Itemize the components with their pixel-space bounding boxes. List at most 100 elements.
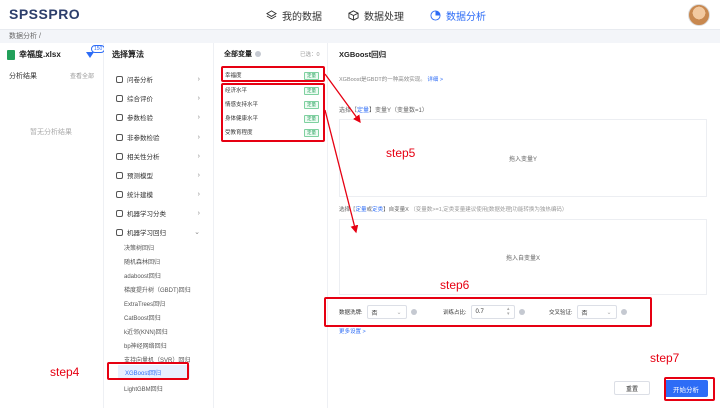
variable-label: 受教育程度 [225, 130, 253, 136]
y-hint-suffix: 】变量Y（变量数=1） [369, 108, 428, 114]
variable-label: 经济水平 [225, 88, 248, 94]
category-icon [116, 133, 123, 141]
cv-select[interactable]: 否 ⌄ [576, 305, 617, 319]
algorithm-item-xgboost[interactable]: XGBoost回归 [118, 365, 190, 378]
cube-icon [348, 10, 359, 21]
help-icon[interactable] [620, 309, 627, 315]
category-label: 机器学习分类 [127, 211, 166, 218]
category-evaluation[interactable]: 综合评价 › [116, 93, 206, 103]
selected-count: 已选：0 [300, 52, 320, 58]
variable-title-text: 全部变量 [224, 51, 252, 58]
cv-label: 交叉验证: [549, 310, 573, 316]
category-prediction[interactable]: 预测模型 › [116, 170, 206, 180]
nav-data-processing[interactable]: 数据处理 [348, 8, 404, 23]
category-nonparametric[interactable]: 非参数检验 › [116, 132, 206, 142]
algorithm-name: XGBoost回归 [339, 50, 387, 59]
algorithm-item[interactable]: 支持向量机（SVR）回归 [124, 355, 190, 364]
category-icon [116, 190, 123, 198]
stepper-arrows-icon: ▴ ▾ [507, 306, 510, 317]
category-label: 机器学习回归 [127, 230, 166, 237]
desc-text: XGBoost是GBDT的一种高效实现。 [339, 77, 426, 83]
algorithm-item[interactable]: ExtraTrees回归 [124, 299, 165, 308]
category-icon [116, 228, 123, 236]
reset-button[interactable]: 重置 [614, 381, 650, 395]
file-panel: 幸福度.xlsx 150 分析结果 查看全部 暂无分析结果 [0, 43, 106, 408]
start-analysis-button[interactable]: 开始分析 [664, 380, 708, 397]
chevron-right-icon: › [197, 152, 200, 160]
nav-data-analysis[interactable]: 数据分析 [430, 8, 486, 23]
algorithm-item[interactable]: CatBoost回归 [124, 313, 161, 322]
detail-link[interactable]: 详细 > [427, 77, 443, 83]
algorithm-item[interactable]: bp神经网络回归 [124, 341, 167, 350]
category-label: 预测模型 [127, 173, 153, 180]
algorithm-item[interactable]: 决策树回归 [124, 243, 154, 252]
category-ml-regression[interactable]: 机器学习回归 ⌄ [116, 227, 206, 237]
results-label: 分析结果 [9, 73, 37, 80]
type-tag: 定量 [304, 101, 319, 109]
category-parametric[interactable]: 参数检验 › [116, 112, 206, 122]
step7-label: step7 [650, 351, 680, 365]
variable-label: 幸福度 [225, 73, 242, 79]
chevron-right-icon: › [197, 209, 200, 217]
category-icon [116, 209, 123, 217]
breadcrumb: 数据分析 / [9, 33, 41, 40]
step6-label: step6 [440, 278, 470, 292]
avatar[interactable] [688, 4, 710, 26]
category-correlation[interactable]: 相关性分析 › [116, 151, 206, 161]
variable-panel: 全部变量 已选：0 幸福度 定量 经济水平 定量 情感支持水平 定量 身体健康水平 定量… [214, 43, 328, 408]
shuffle-select[interactable]: 否 ⌄ [366, 305, 407, 319]
ratio-label: 训练占比: [443, 310, 467, 316]
type-tag: 定量 [304, 87, 319, 95]
param-shuffle: 数据洗牌: 否 ⌄ [339, 305, 417, 319]
algorithm-item[interactable]: 梯度提升树（GBDT)回归 [124, 285, 191, 294]
variable-item[interactable]: 受教育程度 定量 [225, 128, 321, 139]
algorithm-item[interactable]: 随机森林回归 [124, 257, 160, 266]
type-tag: 定量 [304, 129, 319, 137]
filter-icon[interactable] [86, 52, 94, 60]
nav-label: 数据分析 [446, 12, 486, 23]
param-cross-validation: 交叉验证: 否 ⌄ [549, 305, 627, 319]
shuffle-label: 数据洗牌: [339, 310, 363, 316]
empty-results: 暂无分析结果 [30, 129, 72, 136]
chevron-right-icon: › [197, 94, 200, 102]
help-icon[interactable] [518, 309, 525, 315]
category-label: 统计建模 [127, 192, 153, 199]
algorithm-item[interactable]: adaboost回归 [124, 271, 161, 280]
app-logo[interactable]: SPSSPRO [9, 6, 80, 22]
variable-item[interactable]: 幸福度 定量 [225, 71, 321, 82]
shuffle-value: 否 [371, 310, 378, 317]
help-icon[interactable] [410, 309, 417, 315]
category-questionnaire[interactable]: 问卷分析 › [116, 74, 206, 84]
type-tag: 定量 [304, 72, 319, 80]
category-icon [116, 113, 123, 121]
category-icon [116, 152, 123, 160]
more-settings-link[interactable]: 更多设置 > [339, 327, 366, 335]
x-hint-suffix: 】自变量X [383, 207, 409, 213]
algorithm-item[interactable]: LightGBM回归 [124, 384, 163, 393]
x-dropzone[interactable]: 拖入自变量X [339, 219, 707, 295]
help-icon[interactable] [255, 51, 261, 57]
category-ml-classification[interactable]: 机器学习分类 › [116, 208, 206, 218]
category-stat-modeling[interactable]: 统计建模 › [116, 189, 206, 199]
algorithm-item[interactable]: k近邻(KNN)回归 [124, 327, 168, 336]
cv-value: 否 [581, 310, 588, 317]
ratio-stepper[interactable]: 0.7 ▴ ▾ [470, 305, 515, 319]
chevron-down-icon: ⌄ [606, 309, 612, 316]
nav-my-data[interactable]: 我的数据 [266, 8, 322, 23]
x-hint-type1: 定量 [355, 207, 367, 213]
algorithm-title: 选择算法 [112, 50, 144, 59]
file-selector[interactable]: 幸福度.xlsx [7, 49, 61, 60]
ratio-value: 0.7 [475, 309, 484, 315]
variable-item[interactable]: 情感支持水平 定量 [225, 100, 321, 111]
chevron-down-icon: ⌄ [396, 309, 402, 316]
category-label: 相关性分析 [127, 154, 160, 161]
variable-item[interactable]: 身体健康水平 定量 [225, 114, 321, 125]
x-variable-hint: 选择【定量或定类】自变量X （变量数>=1,定类变量建议使用[数据处理]功能转换… [339, 207, 568, 213]
pie-chart-icon [430, 10, 441, 21]
file-name: 幸福度.xlsx [19, 50, 61, 59]
view-all-link[interactable]: 查看全部 [70, 71, 94, 80]
category-label: 非参数检验 [127, 135, 160, 142]
top-bar: SPSSPRO 我的数据 数据处理 数据分析 [0, 0, 720, 30]
variable-item[interactable]: 经济水平 定量 [225, 86, 321, 97]
category-icon [116, 171, 123, 179]
